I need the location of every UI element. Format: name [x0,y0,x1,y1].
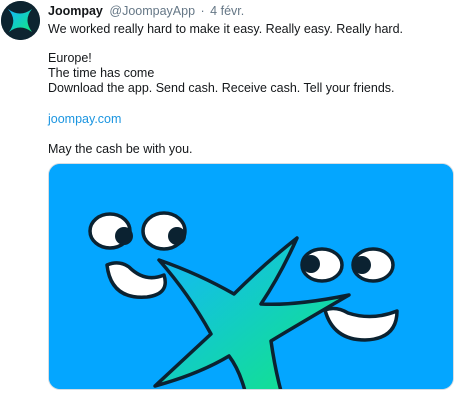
tweet-link[interactable]: joompay.com [48,112,121,127]
tweet-text-line: May the cash be with you. [48,142,193,156]
tweet-text-line: We worked really hard to make it easy. R… [48,22,404,36]
author-handle[interactable]: @JoompayApp [109,4,195,18]
mascot-illustration [49,164,453,389]
joompay-logo-icon [1,1,40,40]
tweet-media-image[interactable] [48,163,454,390]
tweet-header: Joompay @JoompayApp · 4 févr. [48,4,244,19]
tweet-text-line: Europe! [48,51,92,65]
tweet-text-line: The time has come [48,66,155,80]
tweet-text-line: Download the app. Send cash. Receive cas… [48,81,395,95]
tweet[interactable]: Joompay @JoompayApp · 4 févr. We worked … [0,0,465,403]
tweet-date[interactable]: 4 févr. [210,4,244,18]
author-name[interactable]: Joompay [48,4,103,18]
header-separator: · [200,4,205,18]
avatar[interactable] [1,1,40,40]
